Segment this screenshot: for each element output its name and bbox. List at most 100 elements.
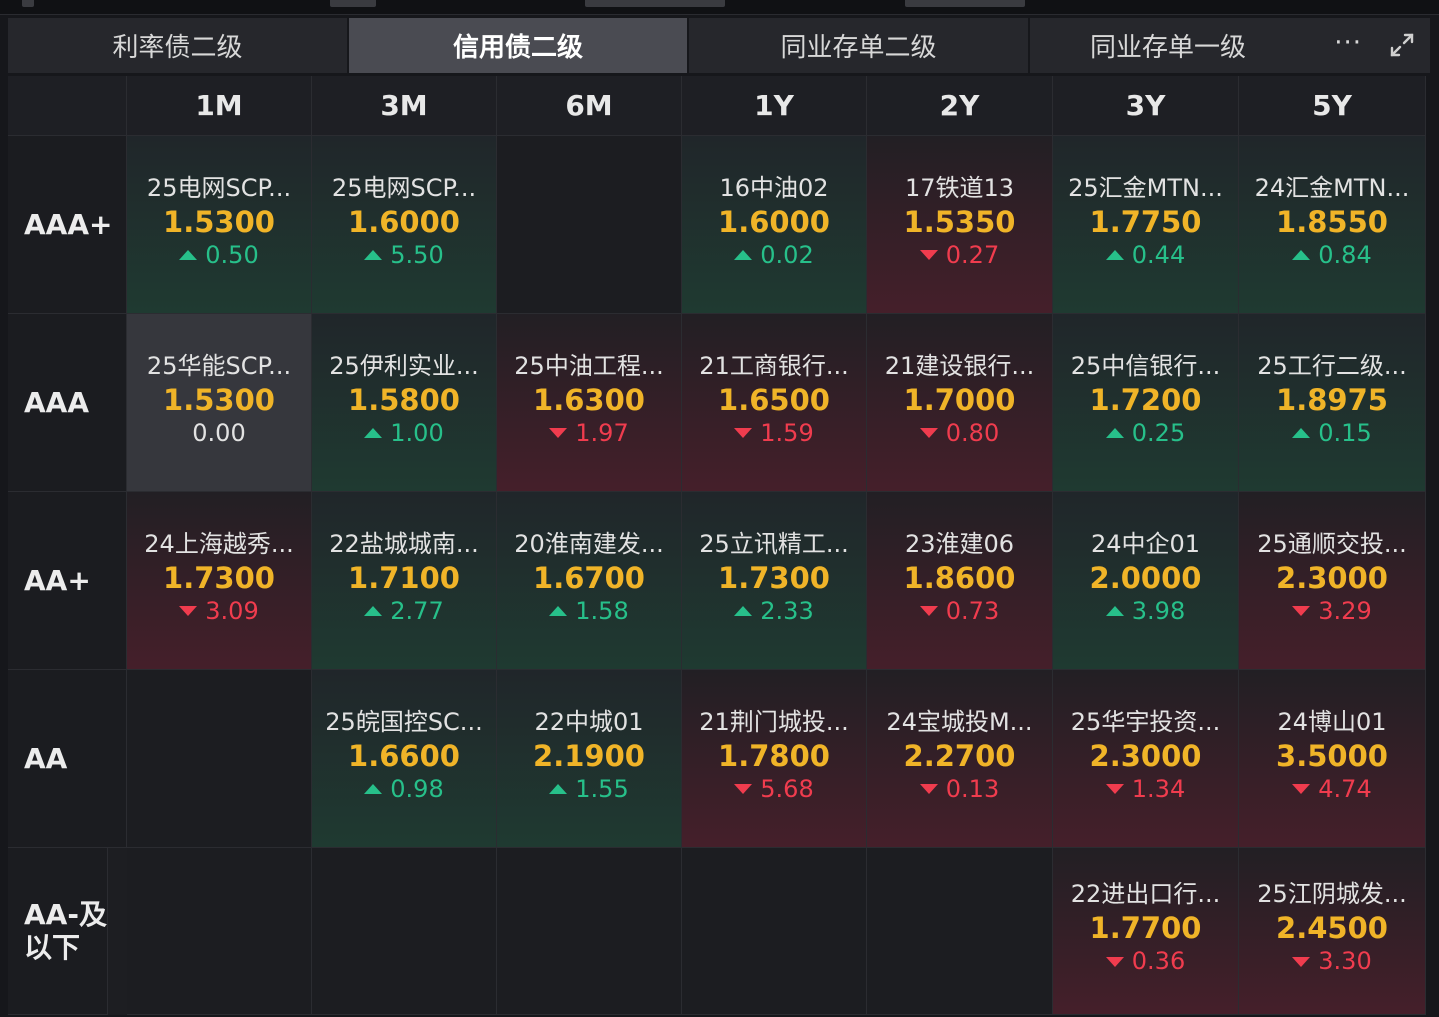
- top-strip-fragment: [905, 0, 1025, 7]
- bond-name: 21建设银行...: [884, 351, 1035, 380]
- bond-name: 21荆门城投...: [699, 707, 849, 736]
- yield-value: 1.8550: [1276, 204, 1388, 239]
- more-icon[interactable]: ···: [1334, 28, 1362, 58]
- matrix-cell[interactable]: 25伊利实业... 1.5800 1.00: [312, 314, 497, 492]
- matrix-cell[interactable]: 25工行二级... 1.8975 0.15: [1239, 314, 1426, 492]
- bond-name: 25中信银行...: [1070, 351, 1221, 380]
- bond-name: 24上海越秀...: [144, 529, 294, 558]
- bond-name: 25江阴城发...: [1257, 880, 1407, 908]
- tab-bar: 利率债二级 信用债二级 同业存单二级 同业存单一级 ···: [8, 18, 1432, 73]
- down-arrow-icon: [1105, 784, 1124, 794]
- yield-change: 1.34: [1105, 773, 1186, 806]
- yield-value: 1.6300: [533, 382, 645, 417]
- tenor-header[interactable]: 3Y: [1053, 76, 1239, 136]
- yield-value: 1.8600: [903, 560, 1016, 595]
- bond-name: 22中城01: [534, 707, 644, 736]
- yield-value: 1.7100: [348, 560, 460, 595]
- matrix-cell[interactable]: 20淮南建发... 1.6700 1.58: [497, 492, 682, 670]
- matrix-cell[interactable]: 25华宇投资... 2.3000 1.34: [1053, 670, 1239, 848]
- tab-credit-bond-secondary[interactable]: 信用债二级: [349, 18, 689, 73]
- rating-label: AA-及以下: [8, 848, 108, 1015]
- tenor-header[interactable]: 1M: [127, 76, 312, 136]
- matrix-cell[interactable]: 25电网SCP... 1.6000 5.50: [312, 136, 497, 314]
- matrix-cell[interactable]: 21建设银行... 1.7000 0.80: [867, 314, 1053, 492]
- yield-change: 5.68: [734, 773, 814, 806]
- matrix-cell[interactable]: 24宝城投M... 2.2700 0.13: [867, 670, 1053, 848]
- top-strip: [0, 0, 1439, 15]
- matrix-cell[interactable]: 25汇金MTN... 1.7750 0.44: [1053, 136, 1239, 314]
- yield-value: 1.5300: [163, 382, 275, 417]
- matrix-cell[interactable]: 22盐城城南... 1.7100 2.77: [312, 492, 497, 670]
- up-arrow-icon: [734, 606, 753, 616]
- up-arrow-icon: [549, 784, 568, 794]
- matrix-cell[interactable]: 17铁道13 1.5350 0.27: [867, 136, 1053, 314]
- down-arrow-icon: [1292, 784, 1311, 794]
- matrix-cell[interactable]: 22中城01 2.1900 1.55: [497, 670, 682, 848]
- matrix-cell[interactable]: 25江阴城发... 2.4500 3.30: [1239, 848, 1426, 1015]
- yield-value: 1.7200: [1089, 382, 1202, 417]
- yield-change: 3.98: [1105, 595, 1185, 628]
- matrix-cell[interactable]: 24汇金MTN... 1.8550 0.84: [1239, 136, 1426, 314]
- down-arrow-icon: [919, 606, 938, 616]
- tenor-header[interactable]: 1Y: [682, 76, 867, 136]
- tenor-header[interactable]: 6M: [497, 76, 682, 136]
- tab-ncd-primary[interactable]: 同业存单一级 ···: [1030, 18, 1432, 73]
- tenor-header[interactable]: 3M: [312, 76, 497, 136]
- up-arrow-icon: [364, 250, 383, 260]
- down-arrow-icon: [549, 428, 568, 438]
- change-value: 1.34: [1131, 774, 1186, 803]
- expand-icon[interactable]: [1388, 31, 1416, 59]
- change-value: 1.55: [575, 774, 629, 803]
- change-value: 0.80: [945, 418, 1000, 447]
- matrix-cell[interactable]: 25中油工程... 1.6300 1.97: [497, 314, 682, 492]
- yield-change: 3.09: [179, 595, 259, 628]
- bond-name: 25电网SCP...: [331, 173, 477, 202]
- yield-change: 0.27: [919, 239, 999, 272]
- yield-change: 3.29: [1292, 595, 1372, 628]
- matrix-cell-empty: [127, 848, 312, 1015]
- matrix-cell-empty: [867, 848, 1053, 1015]
- up-arrow-icon: [734, 250, 753, 260]
- rating-label: AAA: [8, 314, 127, 492]
- matrix-cell[interactable]: 25皖国控SC... 1.6600 0.98: [312, 670, 497, 848]
- bond-name: 25伊利实业...: [329, 351, 479, 380]
- change-value: 1.97: [575, 418, 629, 447]
- yield-change: 0.84: [1292, 239, 1372, 272]
- matrix-cell[interactable]: 23淮建06 1.8600 0.73: [867, 492, 1053, 670]
- matrix-cell[interactable]: 25电网SCP... 1.5300 0.50: [127, 136, 312, 314]
- rating-label: AA+: [8, 492, 127, 670]
- matrix-cell[interactable]: 21工商银行... 1.6500 1.59: [682, 314, 867, 492]
- yield-change: 1.59: [734, 417, 814, 450]
- matrix-cell[interactable]: 24上海越秀... 1.7300 3.09: [127, 492, 312, 670]
- yield-value: 2.2700: [903, 738, 1016, 773]
- yield-value: 1.7750: [1089, 204, 1202, 239]
- matrix-cell[interactable]: 25通顺交投... 2.3000 3.29: [1239, 492, 1426, 670]
- tab-ncd-secondary[interactable]: 同业存单二级: [689, 18, 1030, 73]
- yield-value: 2.0000: [1089, 560, 1202, 595]
- yield-value: 1.6000: [348, 204, 460, 239]
- corner-cell: [8, 76, 127, 136]
- matrix-cell[interactable]: 25中信银行... 1.7200 0.25: [1053, 314, 1239, 492]
- top-strip-fragment: [330, 0, 376, 7]
- change-value: 4.74: [1318, 774, 1372, 803]
- tenor-header[interactable]: 5Y: [1239, 76, 1426, 136]
- change-value: 2.33: [760, 596, 814, 625]
- yield-value: 1.7000: [903, 382, 1016, 417]
- matrix-cell[interactable]: 24博山01 3.5000 4.74: [1239, 670, 1426, 848]
- matrix-cell[interactable]: 16中油02 1.6000 0.02: [682, 136, 867, 314]
- yield-change: 0.13: [919, 773, 999, 806]
- bond-name: 25皖国控SC...: [325, 707, 483, 736]
- yield-value: 1.7300: [163, 560, 275, 595]
- tenor-header[interactable]: 2Y: [867, 76, 1053, 136]
- matrix-cell[interactable]: 25立讯精工... 1.7300 2.33: [682, 492, 867, 670]
- yield-value: 1.6600: [348, 738, 460, 773]
- bond-name: 25中油工程...: [514, 351, 664, 380]
- bond-name: 25电网SCP...: [146, 173, 292, 202]
- matrix-cell[interactable]: 25华能SCP... 1.5300 0.00: [127, 314, 312, 492]
- matrix-cell[interactable]: 22进出口行... 1.7700 0.36: [1053, 848, 1239, 1015]
- matrix-cell[interactable]: 24中企01 2.0000 3.98: [1053, 492, 1239, 670]
- change-value: 1.59: [760, 418, 814, 447]
- matrix-cell[interactable]: 21荆门城投... 1.7800 5.68: [682, 670, 867, 848]
- down-arrow-icon: [734, 428, 753, 438]
- tab-rate-bond-secondary[interactable]: 利率债二级: [8, 18, 349, 73]
